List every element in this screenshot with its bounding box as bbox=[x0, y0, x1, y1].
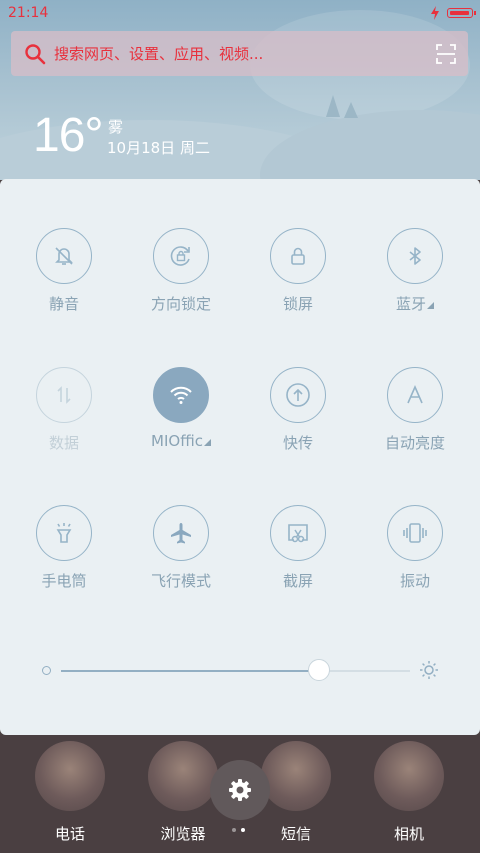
toggle-lock-screen[interactable]: 锁屏 bbox=[248, 228, 348, 314]
app-label: 浏览器 bbox=[160, 825, 206, 843]
status-time: 21:14 bbox=[8, 5, 49, 21]
weather-header: 21:14 搜索网页、设置、应用、视频... 16° 雾 10月18日 周二 bbox=[0, 0, 480, 180]
toggle-label: 锁屏 bbox=[282, 295, 313, 313]
toggle-rotation-lock[interactable]: 方向锁定 bbox=[131, 228, 231, 314]
toggle-label: 蓝牙 bbox=[395, 295, 426, 313]
toggle-quick-share[interactable]: 快传 bbox=[248, 367, 348, 453]
toggle-label: 飞行模式 bbox=[150, 572, 211, 590]
dropdown-indicator-icon[interactable] bbox=[203, 439, 211, 446]
mute-bell-icon bbox=[55, 247, 73, 265]
toggle-auto-brightness[interactable]: 自动亮度 bbox=[365, 367, 465, 453]
search-icon bbox=[25, 44, 46, 65]
vibrate-icon bbox=[403, 523, 427, 543]
toggle-screenshot[interactable]: 截屏 bbox=[248, 505, 348, 591]
phone-app-icon[interactable] bbox=[35, 741, 105, 811]
settings-button[interactable] bbox=[210, 760, 270, 820]
temperature: 16° bbox=[33, 109, 104, 162]
battery-icon bbox=[447, 8, 476, 18]
mobile-data-icon bbox=[57, 386, 71, 404]
app-label: 相机 bbox=[393, 825, 424, 843]
toggle-bluetooth[interactable]: 蓝牙 bbox=[365, 228, 465, 314]
brightness-slider[interactable] bbox=[61, 659, 410, 681]
toggle-vibrate[interactable]: 振动 bbox=[365, 505, 465, 591]
brightness-low-icon bbox=[42, 666, 51, 675]
rotation-lock-icon bbox=[170, 246, 190, 266]
toggle-label: 数据 bbox=[48, 434, 79, 452]
gear-icon bbox=[229, 779, 251, 801]
toggle-label: MIOffic bbox=[151, 432, 203, 450]
lock-icon bbox=[291, 247, 305, 265]
page-dot bbox=[241, 828, 245, 832]
page-indicator bbox=[232, 828, 248, 833]
toggle-label: 振动 bbox=[399, 572, 430, 590]
dropdown-indicator-icon[interactable] bbox=[427, 302, 434, 309]
app-label: 电话 bbox=[54, 825, 85, 843]
bluetooth-icon bbox=[409, 247, 421, 265]
camera-app-icon[interactable] bbox=[374, 741, 444, 811]
airplane-icon bbox=[171, 523, 191, 544]
browser-app-icon[interactable] bbox=[148, 741, 218, 811]
toggle-airplane-mode[interactable]: 飞行模式 bbox=[131, 505, 231, 591]
charging-icon bbox=[431, 6, 439, 20]
toggle-label: 快传 bbox=[282, 434, 313, 452]
auto-brightness-icon bbox=[407, 385, 423, 404]
brightness-slider-handle[interactable] bbox=[308, 659, 331, 681]
page-dot bbox=[232, 828, 236, 832]
weather-condition: 雾 bbox=[108, 118, 124, 136]
toggle-label: 静音 bbox=[48, 295, 79, 313]
scan-icon[interactable] bbox=[436, 44, 456, 64]
toggle-label: 自动亮度 bbox=[384, 434, 445, 452]
app-label: 短信 bbox=[280, 825, 311, 843]
toggle-mobile-data[interactable]: 数据 bbox=[14, 367, 114, 453]
weather-date: 10月18日 周二 bbox=[107, 139, 210, 157]
app-camera[interactable]: 相机 bbox=[364, 741, 454, 844]
toggle-mute[interactable]: 静音 bbox=[14, 228, 114, 314]
toggle-flashlight[interactable]: 手电筒 bbox=[14, 505, 114, 591]
screenshot-icon bbox=[288, 524, 308, 543]
status-bar: 21:14 bbox=[0, 0, 480, 26]
app-phone[interactable]: 电话 bbox=[25, 741, 115, 844]
messages-app-icon[interactable] bbox=[261, 741, 331, 811]
toggle-label: 方向锁定 bbox=[150, 295, 211, 313]
brightness-slider-fill bbox=[61, 670, 320, 672]
search-input[interactable]: 搜索网页、设置、应用、视频... bbox=[54, 43, 263, 64]
toggle-label: 手电筒 bbox=[41, 572, 87, 590]
toggle-label: 截屏 bbox=[282, 572, 313, 590]
home-dock: 电话 浏览器 短信 相机 bbox=[0, 735, 480, 853]
brightness-high-icon bbox=[420, 661, 438, 679]
quick-settings-panel: 静音 方向锁定 锁屏 蓝牙 数据 MIOffic 快传 自动亮度 手电筒 飞行模… bbox=[0, 179, 480, 735]
quick-share-icon bbox=[286, 383, 310, 407]
wifi-icon bbox=[170, 386, 192, 404]
search-bar[interactable]: 搜索网页、设置、应用、视频... bbox=[11, 31, 468, 76]
toggle-wifi[interactable]: MIOffic bbox=[131, 367, 231, 450]
flashlight-icon bbox=[56, 523, 72, 543]
